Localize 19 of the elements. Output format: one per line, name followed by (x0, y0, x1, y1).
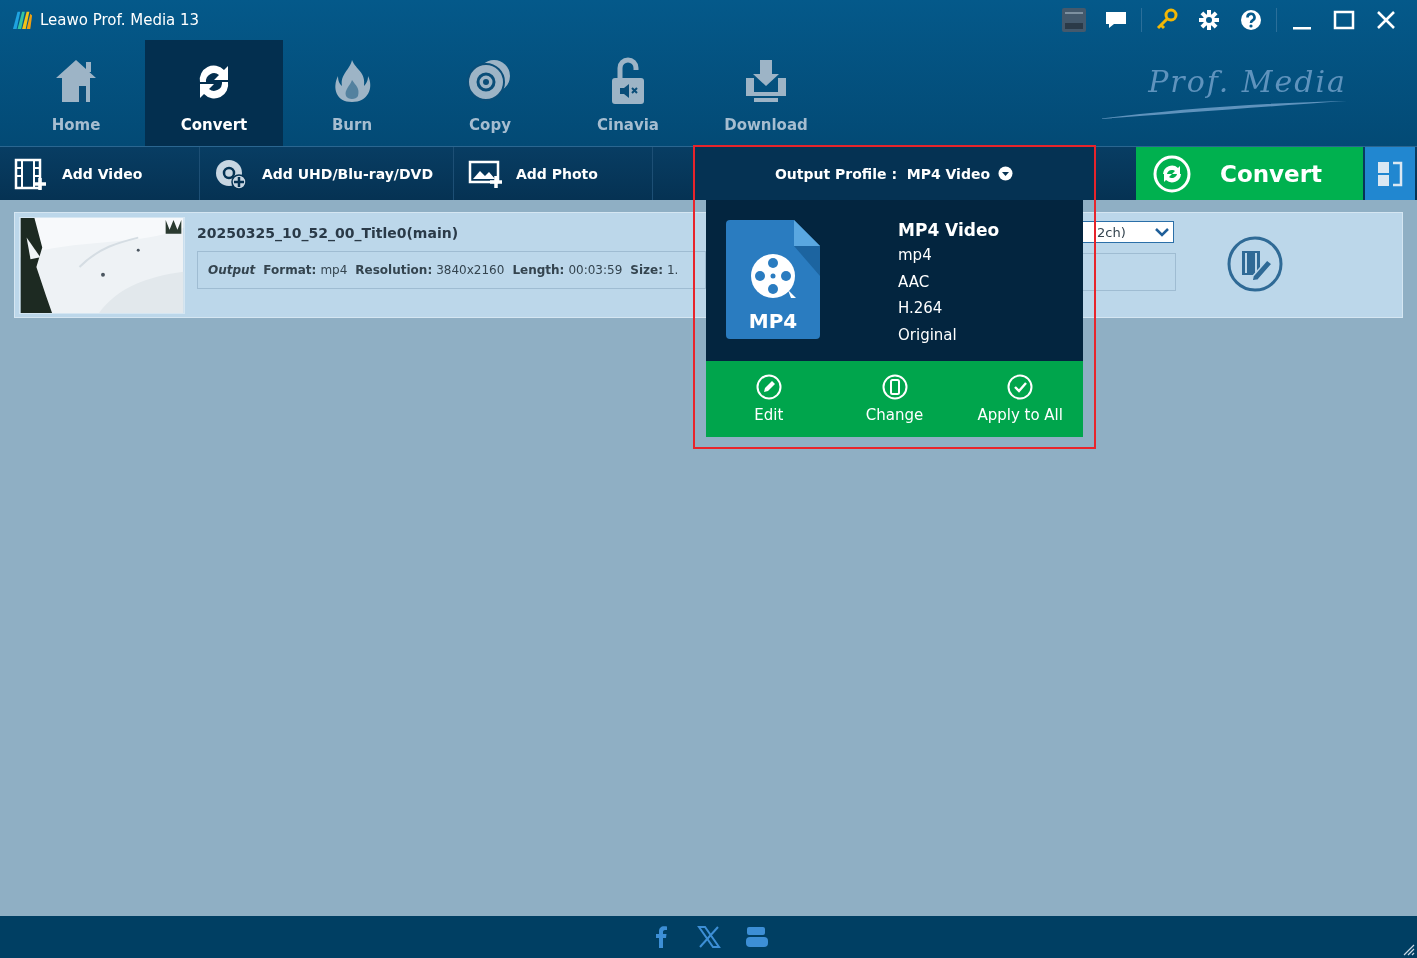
field-label: Resolution: (355, 263, 433, 277)
field-label: Size: (630, 263, 663, 277)
badge-label: MP4 (747, 309, 799, 333)
profile-detail: H.264 (898, 299, 944, 319)
output-label: Output (208, 263, 256, 277)
profile-name: MP4 Video (898, 220, 1000, 240)
window-title: Leawo Prof. Media 13 (40, 11, 201, 29)
profile-detail: mp4 (898, 246, 933, 266)
field-value: mp4 (320, 263, 348, 277)
profile-detail: Original (898, 325, 958, 346)
field-value: 00:03:59 (568, 263, 623, 277)
field-label: Format: (263, 263, 317, 277)
field-value: 1. (666, 263, 679, 277)
dropdown-value: 2ch) (1097, 224, 1126, 240)
profile-detail: AAC (898, 272, 931, 293)
file-title: 20250325_10_52_00_Title0(main) (197, 224, 460, 244)
field-value: 3840x2160 (436, 263, 505, 277)
brand-logo: Prof. Media (1148, 64, 1347, 99)
field-label: Length: (512, 263, 565, 277)
